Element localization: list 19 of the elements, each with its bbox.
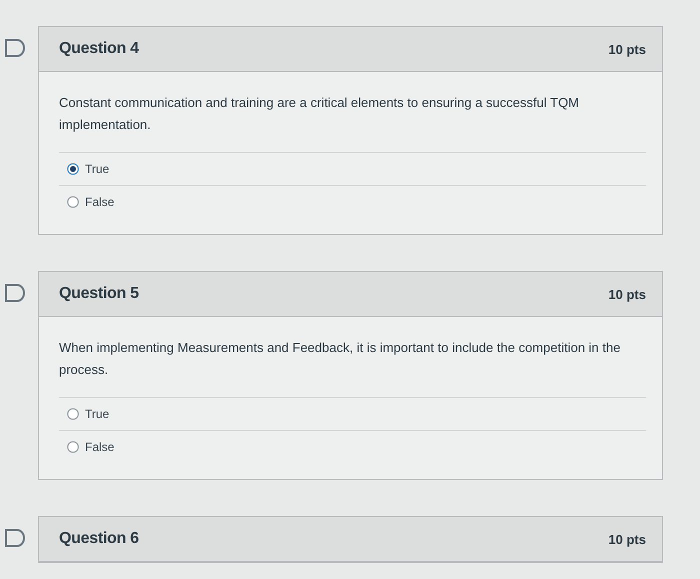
answer-label: True bbox=[85, 407, 110, 421]
answer-label: True bbox=[85, 162, 110, 176]
radio-button[interactable] bbox=[67, 441, 79, 453]
flag-icon[interactable] bbox=[4, 38, 28, 58]
points-label: 10 pts bbox=[608, 532, 646, 546]
flag-icon[interactable] bbox=[4, 283, 28, 303]
radio-button[interactable] bbox=[67, 408, 79, 420]
radio-button[interactable] bbox=[67, 196, 79, 208]
points-label: 10 pts bbox=[608, 286, 646, 302]
flag-icon[interactable] bbox=[4, 528, 28, 548]
question-title: Question 5 bbox=[59, 285, 139, 303]
answer-label: False bbox=[85, 195, 114, 209]
points-label: 10 pts bbox=[608, 42, 646, 56]
question-title: Question 4 bbox=[59, 40, 139, 58]
answer-label: False bbox=[85, 440, 114, 454]
question-text: When implementing Measurements and Feedback, it is important to include the competition in the process. bbox=[59, 339, 622, 379]
radio-button[interactable] bbox=[67, 163, 79, 175]
question-title: Question 6 bbox=[59, 530, 139, 548]
question-text: Constant communication and training are a critical elements to ensuring a successful TQM implementation. bbox=[59, 94, 580, 134]
